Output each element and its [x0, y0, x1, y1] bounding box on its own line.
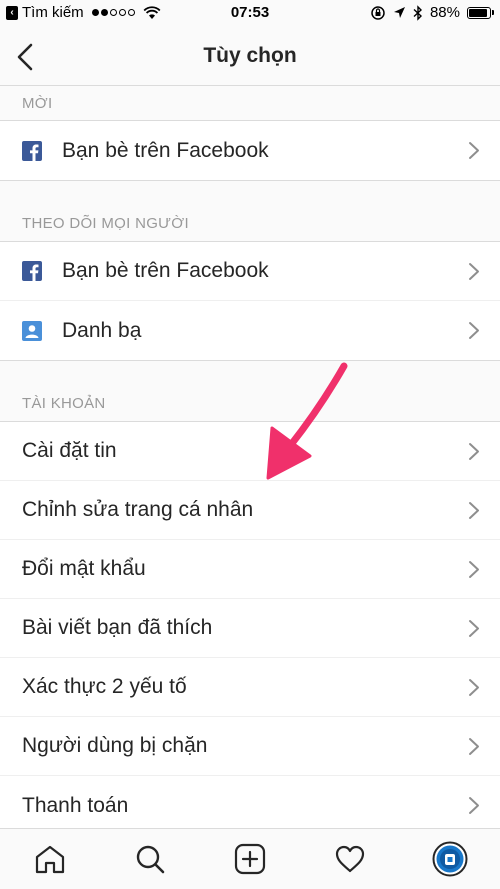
activity-heart-icon	[335, 845, 365, 873]
contacts-icon	[22, 320, 42, 341]
chevron-right-icon	[469, 620, 479, 637]
facebook-icon	[22, 140, 42, 161]
tab-add-post[interactable]	[230, 839, 270, 879]
tab-activity[interactable]	[330, 839, 370, 879]
chevron-right-icon	[469, 561, 479, 578]
facebook-icon	[22, 261, 42, 281]
row-label: Chỉnh sửa trang cá nhân	[22, 498, 254, 521]
profile-avatar-icon	[432, 841, 468, 877]
bluetooth-icon	[413, 4, 422, 21]
section-header-account: TÀI KHOẢN	[0, 361, 500, 422]
row-label: Bạn bè trên Facebook	[62, 138, 269, 162]
row-label: Đổi mật khẩu	[22, 557, 146, 580]
nav-bar: Tùy chọn	[0, 28, 500, 86]
row-label: Cài đặt tin	[22, 439, 117, 462]
liked-posts-row[interactable]: Bài viết bạn đã thích	[0, 599, 500, 658]
battery-percent: 88%	[429, 4, 460, 21]
search-icon	[136, 845, 165, 874]
invite-facebook-friends-row[interactable]: Bạn bè trên Facebook	[0, 121, 500, 180]
chevron-right-icon	[469, 322, 479, 339]
location-arrow-icon	[393, 7, 405, 18]
row-label: Danh bạ	[62, 318, 142, 342]
account-group: Cài đặt tin Chỉnh sửa trang cá nhân Đổi …	[0, 422, 500, 828]
two-factor-auth-row[interactable]: Xác thực 2 yếu tố	[0, 658, 500, 717]
add-post-icon	[234, 843, 266, 875]
row-label: Thanh toán	[22, 793, 129, 817]
status-bar: ‹ Tìm kiếm 07:53 88%	[0, 0, 500, 28]
row-label: Người dùng bị chặn	[22, 734, 208, 757]
tab-home[interactable]	[30, 839, 70, 879]
home-icon	[35, 845, 65, 874]
section-header-invite: MỜI	[0, 86, 500, 121]
row-label: Bài viết bạn đã thích	[22, 616, 213, 639]
section-header-follow: THEO DÕI MỌI NGƯỜI	[0, 181, 500, 242]
invite-group: Bạn bè trên Facebook	[0, 121, 500, 181]
chevron-right-icon	[469, 443, 479, 460]
chevron-right-icon	[469, 797, 479, 814]
page-title: Tùy chọn	[203, 44, 297, 67]
row-label: Xác thực 2 yếu tố	[22, 675, 187, 698]
tab-search[interactable]	[130, 839, 170, 879]
battery-icon	[467, 6, 494, 19]
blocked-users-row[interactable]: Người dùng bị chặn	[0, 717, 500, 776]
change-password-row[interactable]: Đổi mật khẩu	[0, 540, 500, 599]
chevron-right-icon	[469, 738, 479, 755]
follow-facebook-friends-row[interactable]: Bạn bè trên Facebook	[0, 242, 500, 301]
row-label: Bạn bè trên Facebook	[62, 259, 269, 282]
chevron-right-icon	[469, 142, 479, 159]
follow-group: Bạn bè trên Facebook Danh bạ	[0, 242, 500, 361]
status-right: 88%	[370, 4, 494, 21]
orientation-lock-icon	[371, 5, 385, 20]
payments-row[interactable]: Thanh toán	[0, 776, 500, 828]
settings-list[interactable]: MỜI Bạn bè trên Facebook THEO DÕI MỌI NG…	[0, 86, 500, 828]
chevron-right-icon	[469, 679, 479, 696]
chevron-right-icon	[469, 502, 479, 519]
story-settings-row[interactable]: Cài đặt tin	[0, 422, 500, 481]
follow-contacts-row[interactable]: Danh bạ	[0, 301, 500, 360]
tab-bar	[0, 828, 500, 889]
edit-profile-row[interactable]: Chỉnh sửa trang cá nhân	[0, 481, 500, 540]
chevron-right-icon	[469, 263, 479, 280]
tab-profile[interactable]	[430, 839, 470, 879]
